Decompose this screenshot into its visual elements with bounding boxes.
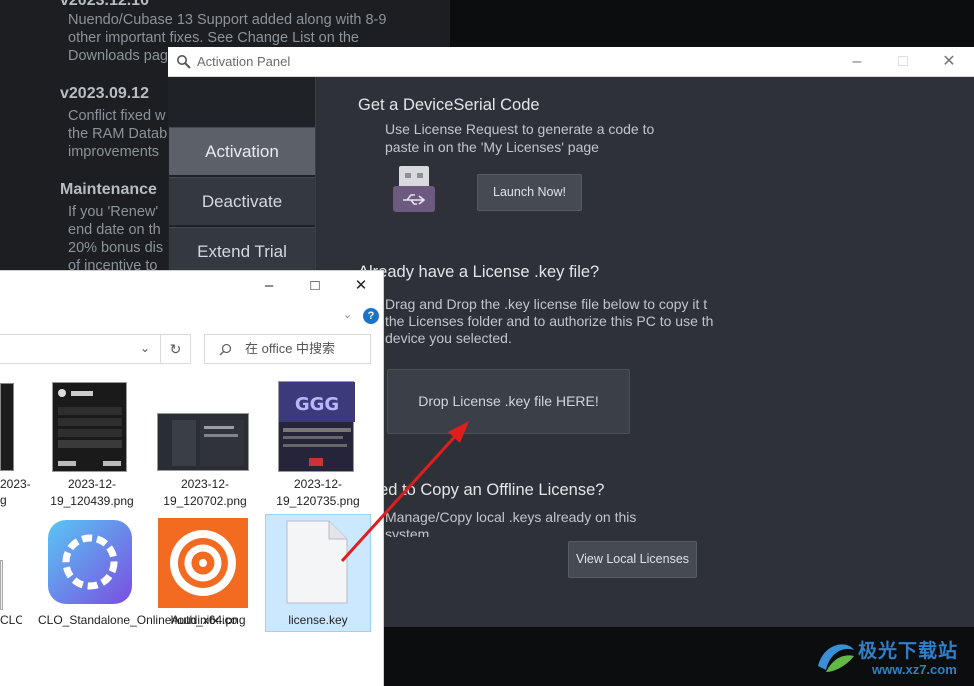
window-title: Activation Panel — [197, 54, 291, 69]
file-name[interactable]: CLO_Standalone_OnlineAuth_x64.png — [38, 612, 246, 629]
nav-extend-trial[interactable]: Extend Trial — [169, 227, 315, 275]
clo-app-icon — [48, 520, 132, 604]
file-name-ext: g — [0, 493, 7, 507]
release-note-line: Conflict fixed w — [68, 108, 166, 124]
maximize-button[interactable]: □ — [880, 47, 926, 77]
watermark-logo-icon — [818, 644, 854, 672]
release-note-line: Downloads pag — [68, 48, 168, 64]
file-name[interactable]: houdinifx.ico — [152, 612, 256, 629]
section-text: paste in on the 'My Licenses' page — [385, 139, 599, 155]
launch-now-button[interactable]: Launch Now! — [477, 174, 582, 211]
section-text: Manage/Copy local .keys already on this — [385, 509, 637, 525]
svg-text:GGG: GGG — [295, 394, 339, 415]
address-bar[interactable]: ⌄ — [0, 334, 161, 364]
license-drop-zone[interactable]: Drop License .key file HERE! — [387, 369, 630, 434]
watermark-url: www.xz7.com — [872, 662, 957, 677]
nav-activation[interactable]: Activation — [169, 127, 315, 175]
section-text: system. — [385, 526, 434, 537]
file-thumbnail[interactable] — [52, 382, 127, 472]
search-icon — [219, 343, 232, 356]
file-name[interactable]: license.key — [266, 612, 370, 629]
file-thumbnail[interactable] — [0, 383, 14, 471]
close-button[interactable]: ✕ — [338, 271, 384, 301]
section-text: Use License Request to generate a code t… — [385, 121, 655, 137]
file-thumbnail[interactable] — [0, 560, 3, 610]
help-icon[interactable]: ? — [363, 308, 379, 324]
chevron-down-icon[interactable]: ⌄ — [343, 308, 352, 321]
release-section-heading: Maintenance — [60, 181, 157, 198]
search-placeholder: 在 office 中搜索 — [245, 341, 336, 356]
screenshot-preview — [172, 420, 244, 466]
screenshot-preview: GGG — [279, 382, 355, 466]
file-thumbnail[interactable] — [158, 518, 248, 608]
release-note-line: the RAM Datab — [68, 126, 168, 142]
release-version-heading: v2023.12.10 — [60, 0, 149, 9]
view-local-licenses-button[interactable]: View Local Licenses — [568, 541, 697, 578]
screenshot-preview — [58, 389, 122, 466]
section-heading-key-file: Already have a License .key file? — [358, 263, 600, 281]
maximize-button[interactable]: □ — [292, 271, 338, 301]
section-heading-device-serial: Get a DeviceSerial Code — [358, 96, 540, 114]
chevron-down-icon[interactable]: ⌄ — [140, 341, 150, 355]
file-name[interactable]: 2023-12-19_120 — [0, 476, 30, 493]
blank-file-icon — [286, 520, 348, 604]
file-thumbnail[interactable]: GGG — [278, 381, 355, 472]
watermark-brand: 极光下载站 — [858, 641, 959, 662]
minimize-button[interactable]: – — [246, 271, 292, 301]
file-name[interactable]: 2023-12-19_120702.png — [153, 476, 257, 510]
release-note-line: Nuendo/Cubase 13 Support added along wit… — [68, 12, 387, 28]
search-icon — [177, 55, 191, 69]
title-bar: Activation Panel – □ ✕ — [168, 47, 974, 77]
section-text: the Licenses folder and to authorize thi… — [385, 313, 714, 329]
release-version-heading: v2023.09.12 — [60, 85, 149, 102]
file-thumbnail[interactable] — [46, 518, 134, 606]
refresh-button[interactable]: ↻ — [161, 334, 191, 364]
close-button[interactable]: ✕ — [926, 47, 972, 77]
houdini-icon — [169, 530, 236, 596]
search-input[interactable]: 在 office 中搜索 — [204, 334, 371, 364]
release-note-line: 20% bonus dis — [68, 240, 164, 256]
file-name[interactable]: 2023-12-19_120439.png — [40, 476, 144, 510]
release-note-line: improvements — [68, 144, 160, 160]
file-name[interactable]: 2023-12-19_120735.png — [266, 476, 370, 510]
section-text: Drag and Drop the .key license file belo… — [385, 296, 708, 312]
release-note-line: end date on th — [68, 222, 161, 238]
section-heading-offline-license: Need to Copy an Offline License? — [358, 481, 605, 499]
file-thumbnail[interactable] — [157, 413, 249, 471]
file-name[interactable]: CLO_Standalone_OnlineAuth_x — [0, 612, 22, 629]
file-thumbnail[interactable] — [285, 520, 349, 604]
main-content: Get a DeviceSerial Code Use License Requ… — [317, 77, 974, 627]
release-note-line: other important fixes. See Change List o… — [68, 30, 359, 46]
release-note-line: If you 'Renew' — [68, 204, 159, 220]
nav-deactivate[interactable]: Deactivate — [169, 177, 315, 225]
section-text: device you selected. — [385, 330, 512, 346]
watermark: 极光下载站 www.xz7.com — [810, 632, 974, 686]
minimize-button[interactable]: – — [834, 47, 880, 77]
usb-drive-icon — [393, 166, 435, 212]
